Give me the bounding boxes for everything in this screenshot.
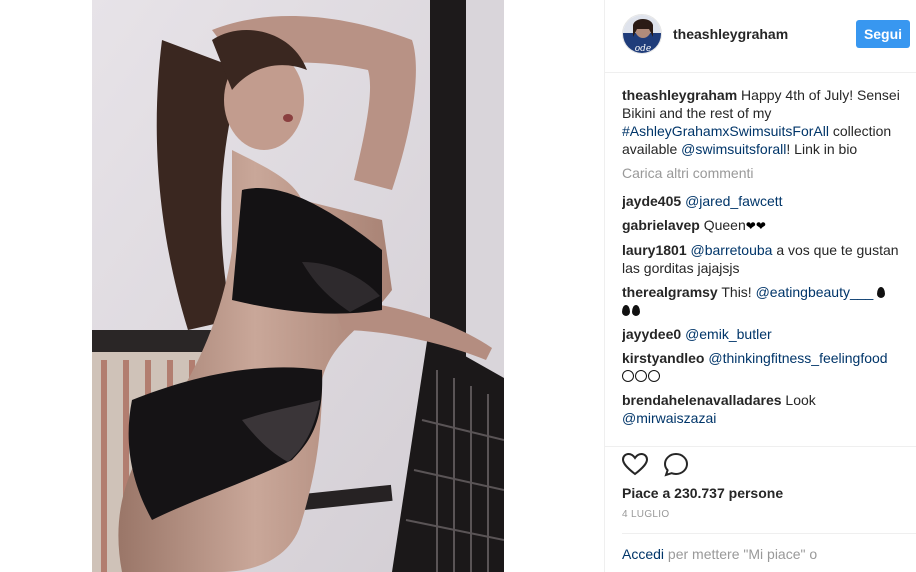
load-more-comments[interactable]: Carica altri commenti	[622, 164, 900, 182]
comment-item: gabrielavep Queen❤❤	[622, 216, 900, 235]
user-avatar[interactable]: ode	[622, 14, 662, 54]
comment-item: jayydee0 @emik_butler	[622, 325, 900, 343]
comment-mention[interactable]: @emik_butler	[685, 326, 772, 342]
comment-mention[interactable]: @mirwaiszazai	[622, 410, 716, 426]
post-date[interactable]: 4 LUGLIO	[622, 509, 669, 520]
likes-count[interactable]: Piace a 230.737 persone	[622, 485, 783, 501]
comment-item: kirstyandleo @thinkingfitness_feelingfoo…	[622, 349, 900, 385]
comment-text: This!	[717, 284, 756, 300]
post-photo[interactable]	[92, 0, 504, 572]
heart-emoji-icon: ❤❤	[745, 219, 766, 233]
caption-text-after: ! Link in bio	[786, 141, 858, 157]
header-username[interactable]: theashleygraham	[673, 26, 788, 42]
comment-icon	[663, 452, 689, 477]
comment-mention[interactable]: @barretouba	[691, 242, 773, 258]
caption-username[interactable]: theashleygraham	[622, 87, 737, 103]
svg-text:ode: ode	[635, 44, 652, 54]
fire-emoji-icon	[632, 305, 640, 316]
comment-mention[interactable]: @jared_fawcett	[685, 193, 782, 209]
comment-button[interactable]	[663, 452, 689, 478]
comment-username[interactable]: brendahelenavalladares	[622, 392, 782, 408]
post-photo-image	[92, 0, 504, 572]
follow-button[interactable]: Segui	[856, 20, 910, 48]
comment-username[interactable]: laury1801	[622, 242, 687, 258]
comments-list[interactable]: theashleygraham Happy 4th of July! Sense…	[622, 86, 900, 442]
avatar-image: ode	[623, 15, 661, 54]
comment-username[interactable]: therealgramsy	[622, 284, 718, 300]
instagram-post-view: ode theashleygraham Segui theashleygraha…	[0, 0, 916, 572]
caption-mention[interactable]: @swimsuitsforall	[681, 141, 786, 157]
post-actions: Piace a 230.737 persone 4 LUGLIO Accedi …	[605, 446, 916, 572]
caption-hashtag[interactable]: #AshleyGrahamxSwimsuitsForAll	[622, 123, 829, 139]
post-header: ode theashleygraham Segui	[605, 0, 916, 73]
divider	[622, 533, 916, 534]
comment-item: therealgramsy This! @eatingbeauty___	[622, 283, 900, 319]
smile-emoji-icon	[635, 370, 647, 382]
comment-username[interactable]: jayydee0	[622, 326, 681, 342]
post-caption: theashleygraham Happy 4th of July! Sense…	[622, 86, 900, 158]
comment-item: laury1801 @barretouba a vos que te gusta…	[622, 241, 900, 277]
comment-username[interactable]: kirstyandleo	[622, 350, 704, 366]
login-link[interactable]: Accedi	[622, 546, 664, 562]
comment-item: jayde405 @jared_fawcett	[622, 192, 900, 210]
comment-text: Queen	[699, 217, 746, 233]
comment-username[interactable]: jayde405	[622, 193, 681, 209]
smile-emoji-icon	[622, 370, 634, 382]
login-prompt-text: per mettere "Mi piace" o	[664, 546, 818, 562]
heart-icon	[621, 452, 649, 476]
comment-username[interactable]: gabrielavep	[622, 217, 700, 233]
comment-text: Look	[781, 392, 816, 408]
comment-mention[interactable]: @eatingbeauty___	[756, 284, 874, 300]
smile-emoji-icon	[648, 370, 660, 382]
comment-mention[interactable]: @thinkingfitness_feelingfood	[708, 350, 887, 366]
comment-item: brendahelenavalladares Look @mirwaiszaza…	[622, 391, 900, 427]
login-prompt: Accedi per mettere "Mi piace" o	[622, 546, 817, 562]
like-button[interactable]	[621, 452, 649, 478]
post-sidebar: ode theashleygraham Segui theashleygraha…	[604, 0, 916, 572]
fire-emoji-icon	[877, 287, 886, 298]
fire-emoji-icon	[622, 305, 630, 316]
